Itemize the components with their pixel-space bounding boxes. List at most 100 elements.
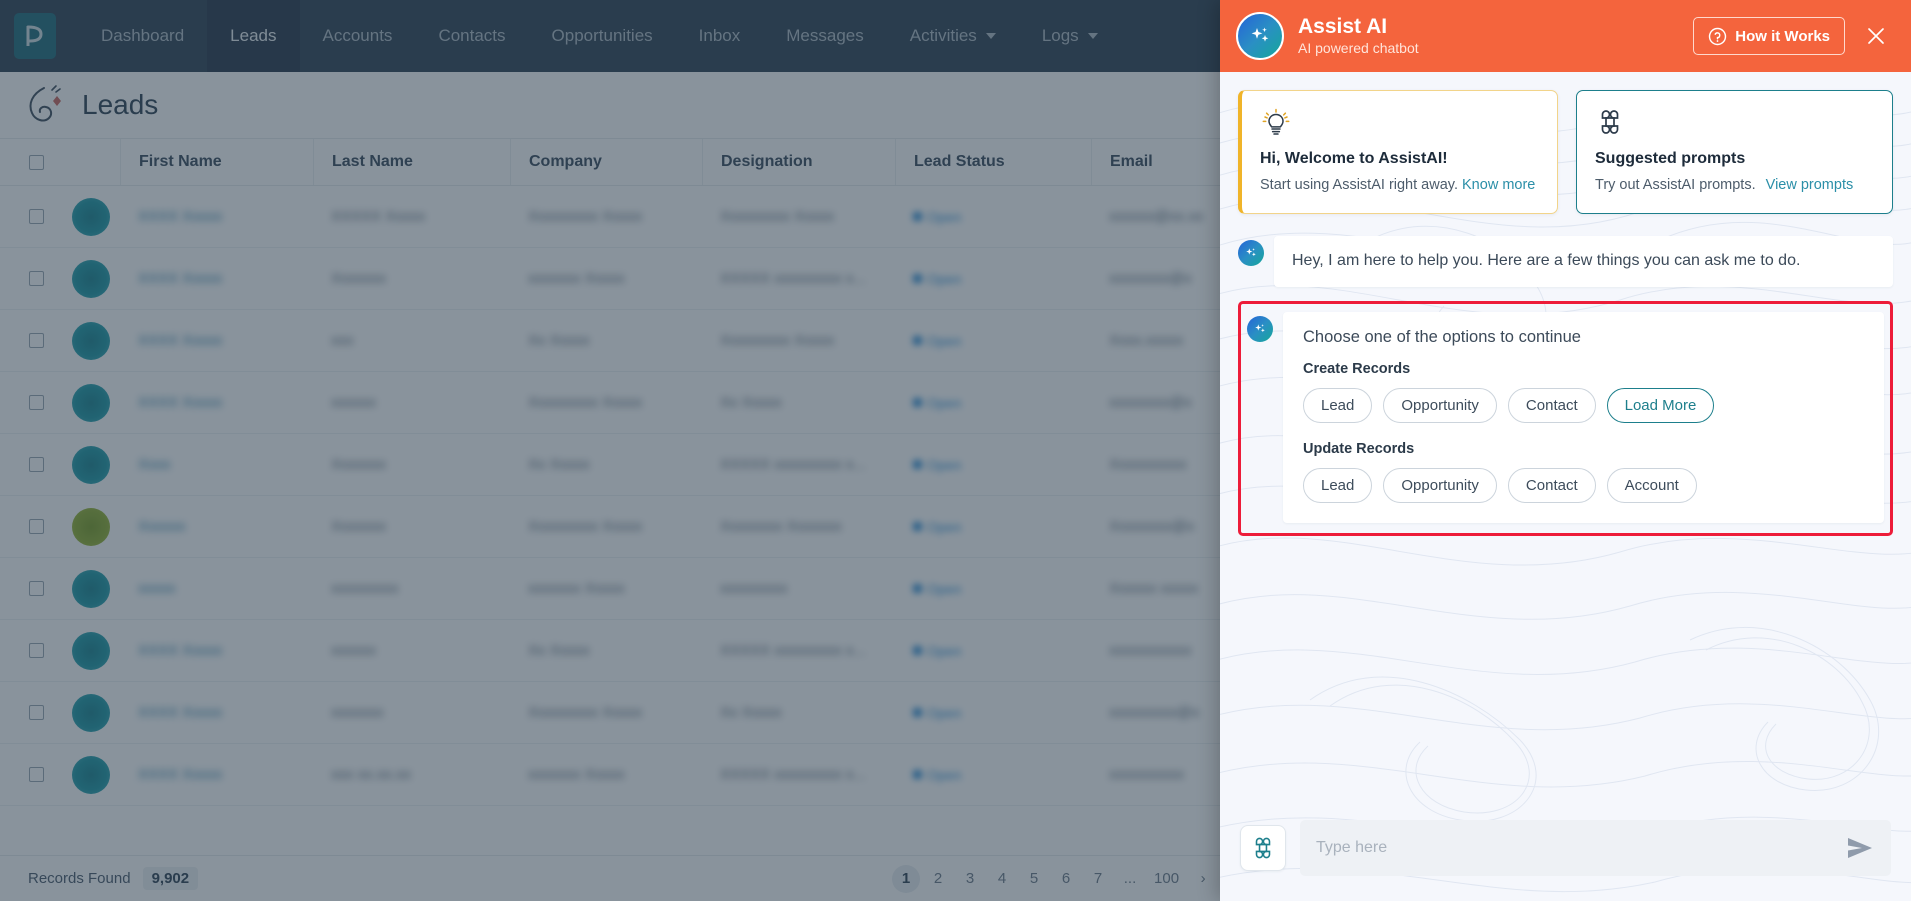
message-input[interactable]	[1316, 839, 1835, 857]
command-icon	[1601, 110, 1619, 134]
row-select-cell[interactable]	[0, 705, 72, 720]
cell-first-name-text[interactable]: Xxxx	[138, 456, 171, 473]
row-select-cell[interactable]	[0, 209, 72, 224]
cell-first-name-text[interactable]: XXXX Xxxxx	[138, 394, 222, 411]
row-select-cell[interactable]	[0, 643, 72, 658]
avatar	[72, 445, 110, 484]
status-badge: Open	[913, 333, 961, 349]
cell-lead-status: Open	[895, 457, 1091, 473]
close-icon[interactable]	[1861, 21, 1891, 51]
chip-create-contact[interactable]: Contact	[1507, 387, 1596, 423]
pagination-page-2[interactable]: 2	[924, 865, 952, 893]
view-prompts-link[interactable]: View prompts	[1766, 177, 1854, 193]
nav-item-leads[interactable]: Leads	[207, 0, 300, 72]
row-select-cell[interactable]	[0, 457, 72, 472]
welcome-card[interactable]: Hi, Welcome to AssistAI! Start using Ass…	[1238, 90, 1558, 214]
pagination-page-4[interactable]: 4	[988, 865, 1016, 893]
cell-last-name: xxxxxx	[313, 642, 510, 659]
cell-designation: xxxxxxxxx	[702, 580, 895, 597]
cell-first-name-text[interactable]: XXXX Xxxxx	[138, 332, 222, 349]
row-checkbox[interactable]	[28, 519, 44, 534]
sparkle-icon	[1255, 323, 1265, 332]
cell-company: Xxxxxxxxx Xxxxx	[510, 518, 702, 535]
row-select-cell[interactable]	[0, 333, 72, 348]
row-checkbox[interactable]	[28, 705, 44, 720]
pagination-page-6[interactable]: 6	[1052, 865, 1080, 893]
cell-first-name-text[interactable]: XXXX Xxxxx	[138, 270, 222, 287]
cell-last-name: XXXXX Xxxxx	[313, 208, 510, 225]
nav-item-accounts[interactable]: Accounts	[300, 0, 416, 72]
pagination-page-5[interactable]: 5	[1020, 865, 1048, 893]
status-badge-label: Open	[927, 394, 962, 411]
pagination-page-100[interactable]: 100	[1148, 865, 1185, 893]
chip-update-contact[interactable]: Contact	[1507, 467, 1596, 503]
status-badge-label: Open	[927, 580, 962, 597]
column-header-first-name[interactable]: First Name	[120, 139, 313, 185]
row-select-cell[interactable]	[0, 395, 72, 410]
chip-create-load-more[interactable]: Load More	[1606, 387, 1715, 423]
chip-create-lead[interactable]: Lead	[1303, 387, 1373, 423]
nav-item-messages[interactable]: Messages	[763, 0, 886, 72]
send-icon[interactable]	[1845, 835, 1875, 861]
cell-first-name-text[interactable]: Xxxxxx	[138, 518, 186, 535]
column-header-lead-status[interactable]: Lead Status	[895, 139, 1091, 185]
card-icon-slot	[1595, 107, 1874, 141]
row-checkbox[interactable]	[28, 395, 44, 410]
column-header-company[interactable]: Company	[510, 139, 702, 185]
chip-update-opportunity[interactable]: Opportunity	[1383, 467, 1497, 503]
pagination-next-button[interactable]: ›	[1189, 865, 1217, 893]
row-select-cell[interactable]	[0, 271, 72, 286]
know-more-link[interactable]: Know more	[1462, 177, 1535, 193]
column-header-designation[interactable]: Designation	[702, 139, 895, 185]
app-logo[interactable]	[14, 13, 56, 59]
chip-create-opportunity[interactable]: Opportunity	[1383, 387, 1497, 423]
command-palette-button[interactable]	[1240, 825, 1286, 871]
cell-first-name-text[interactable]: XXXX Xxxxx	[138, 642, 222, 659]
cell-first-name-text[interactable]: XXXX Xxxxx	[138, 208, 222, 225]
nav-item-dashboard[interactable]: Dashboard	[78, 0, 207, 72]
chip-update-account[interactable]: Account	[1606, 467, 1697, 503]
update-records-label: Update Records	[1303, 440, 1415, 457]
cell-first-name-text[interactable]: xxxxx	[138, 580, 176, 597]
how-it-works-button[interactable]: How it Works	[1693, 17, 1845, 55]
assist-header-text: Assist AI AI powered chatbot	[1298, 15, 1419, 57]
row-checkbox[interactable]	[28, 209, 44, 224]
row-select-cell[interactable]	[0, 519, 72, 534]
cell-last-name: xxxxxx	[313, 394, 510, 411]
cell-first-name-text[interactable]: XXXX Xxxxx	[138, 766, 222, 783]
options-heading: Choose one of the options to continue	[1303, 327, 1581, 346]
chip-update-lead[interactable]: Lead	[1303, 467, 1373, 503]
row-checkbox[interactable]	[28, 581, 44, 596]
nav-item-opportunities[interactable]: Opportunities	[529, 0, 676, 72]
pagination-page-7[interactable]: 7	[1084, 865, 1112, 893]
pagination-page-1[interactable]: 1	[892, 864, 921, 893]
row-checkbox[interactable]	[28, 767, 44, 782]
status-dot-icon	[913, 274, 922, 283]
create-records-label: Create Records	[1303, 360, 1411, 377]
cell-last-name-text: xxx	[331, 332, 354, 349]
row-checkbox[interactable]	[28, 643, 44, 658]
message-input-wrapper[interactable]	[1300, 820, 1891, 876]
status-dot-icon	[913, 646, 922, 655]
select-all-cell[interactable]	[0, 139, 72, 185]
nav-item-inbox[interactable]: Inbox	[676, 0, 764, 72]
row-select-cell[interactable]	[0, 767, 72, 782]
select-all-checkbox[interactable]	[28, 154, 44, 170]
bot-greeting-message: Hey, I am here to help you. Here are a f…	[1238, 236, 1893, 287]
row-checkbox[interactable]	[28, 457, 44, 472]
cell-first-name-text[interactable]: XXXX Xxxxx	[138, 704, 222, 721]
row-checkbox[interactable]	[28, 333, 44, 348]
cell-last-name-text: xxxxxxx	[331, 704, 384, 721]
row-checkbox[interactable]	[28, 271, 44, 286]
nav-item-activities[interactable]: Activities	[887, 0, 1019, 72]
suggested-prompts-card[interactable]: Suggested prompts Try out AssistAI promp…	[1576, 90, 1893, 214]
nav-item-logs[interactable]: Logs	[1019, 0, 1121, 72]
cell-company-text: Xxxxxxxxx Xxxxx	[528, 208, 643, 225]
pagination-page-3[interactable]: 3	[956, 865, 984, 893]
records-found-label: Records Found	[28, 870, 131, 887]
row-select-cell[interactable]	[0, 581, 72, 596]
nav-item-contacts[interactable]: Contacts	[415, 0, 528, 72]
cell-designation-text: Xxxxxxxxx Xxxxx	[720, 208, 835, 225]
column-header-last-name[interactable]: Last Name	[313, 139, 510, 185]
avatar	[72, 383, 110, 422]
